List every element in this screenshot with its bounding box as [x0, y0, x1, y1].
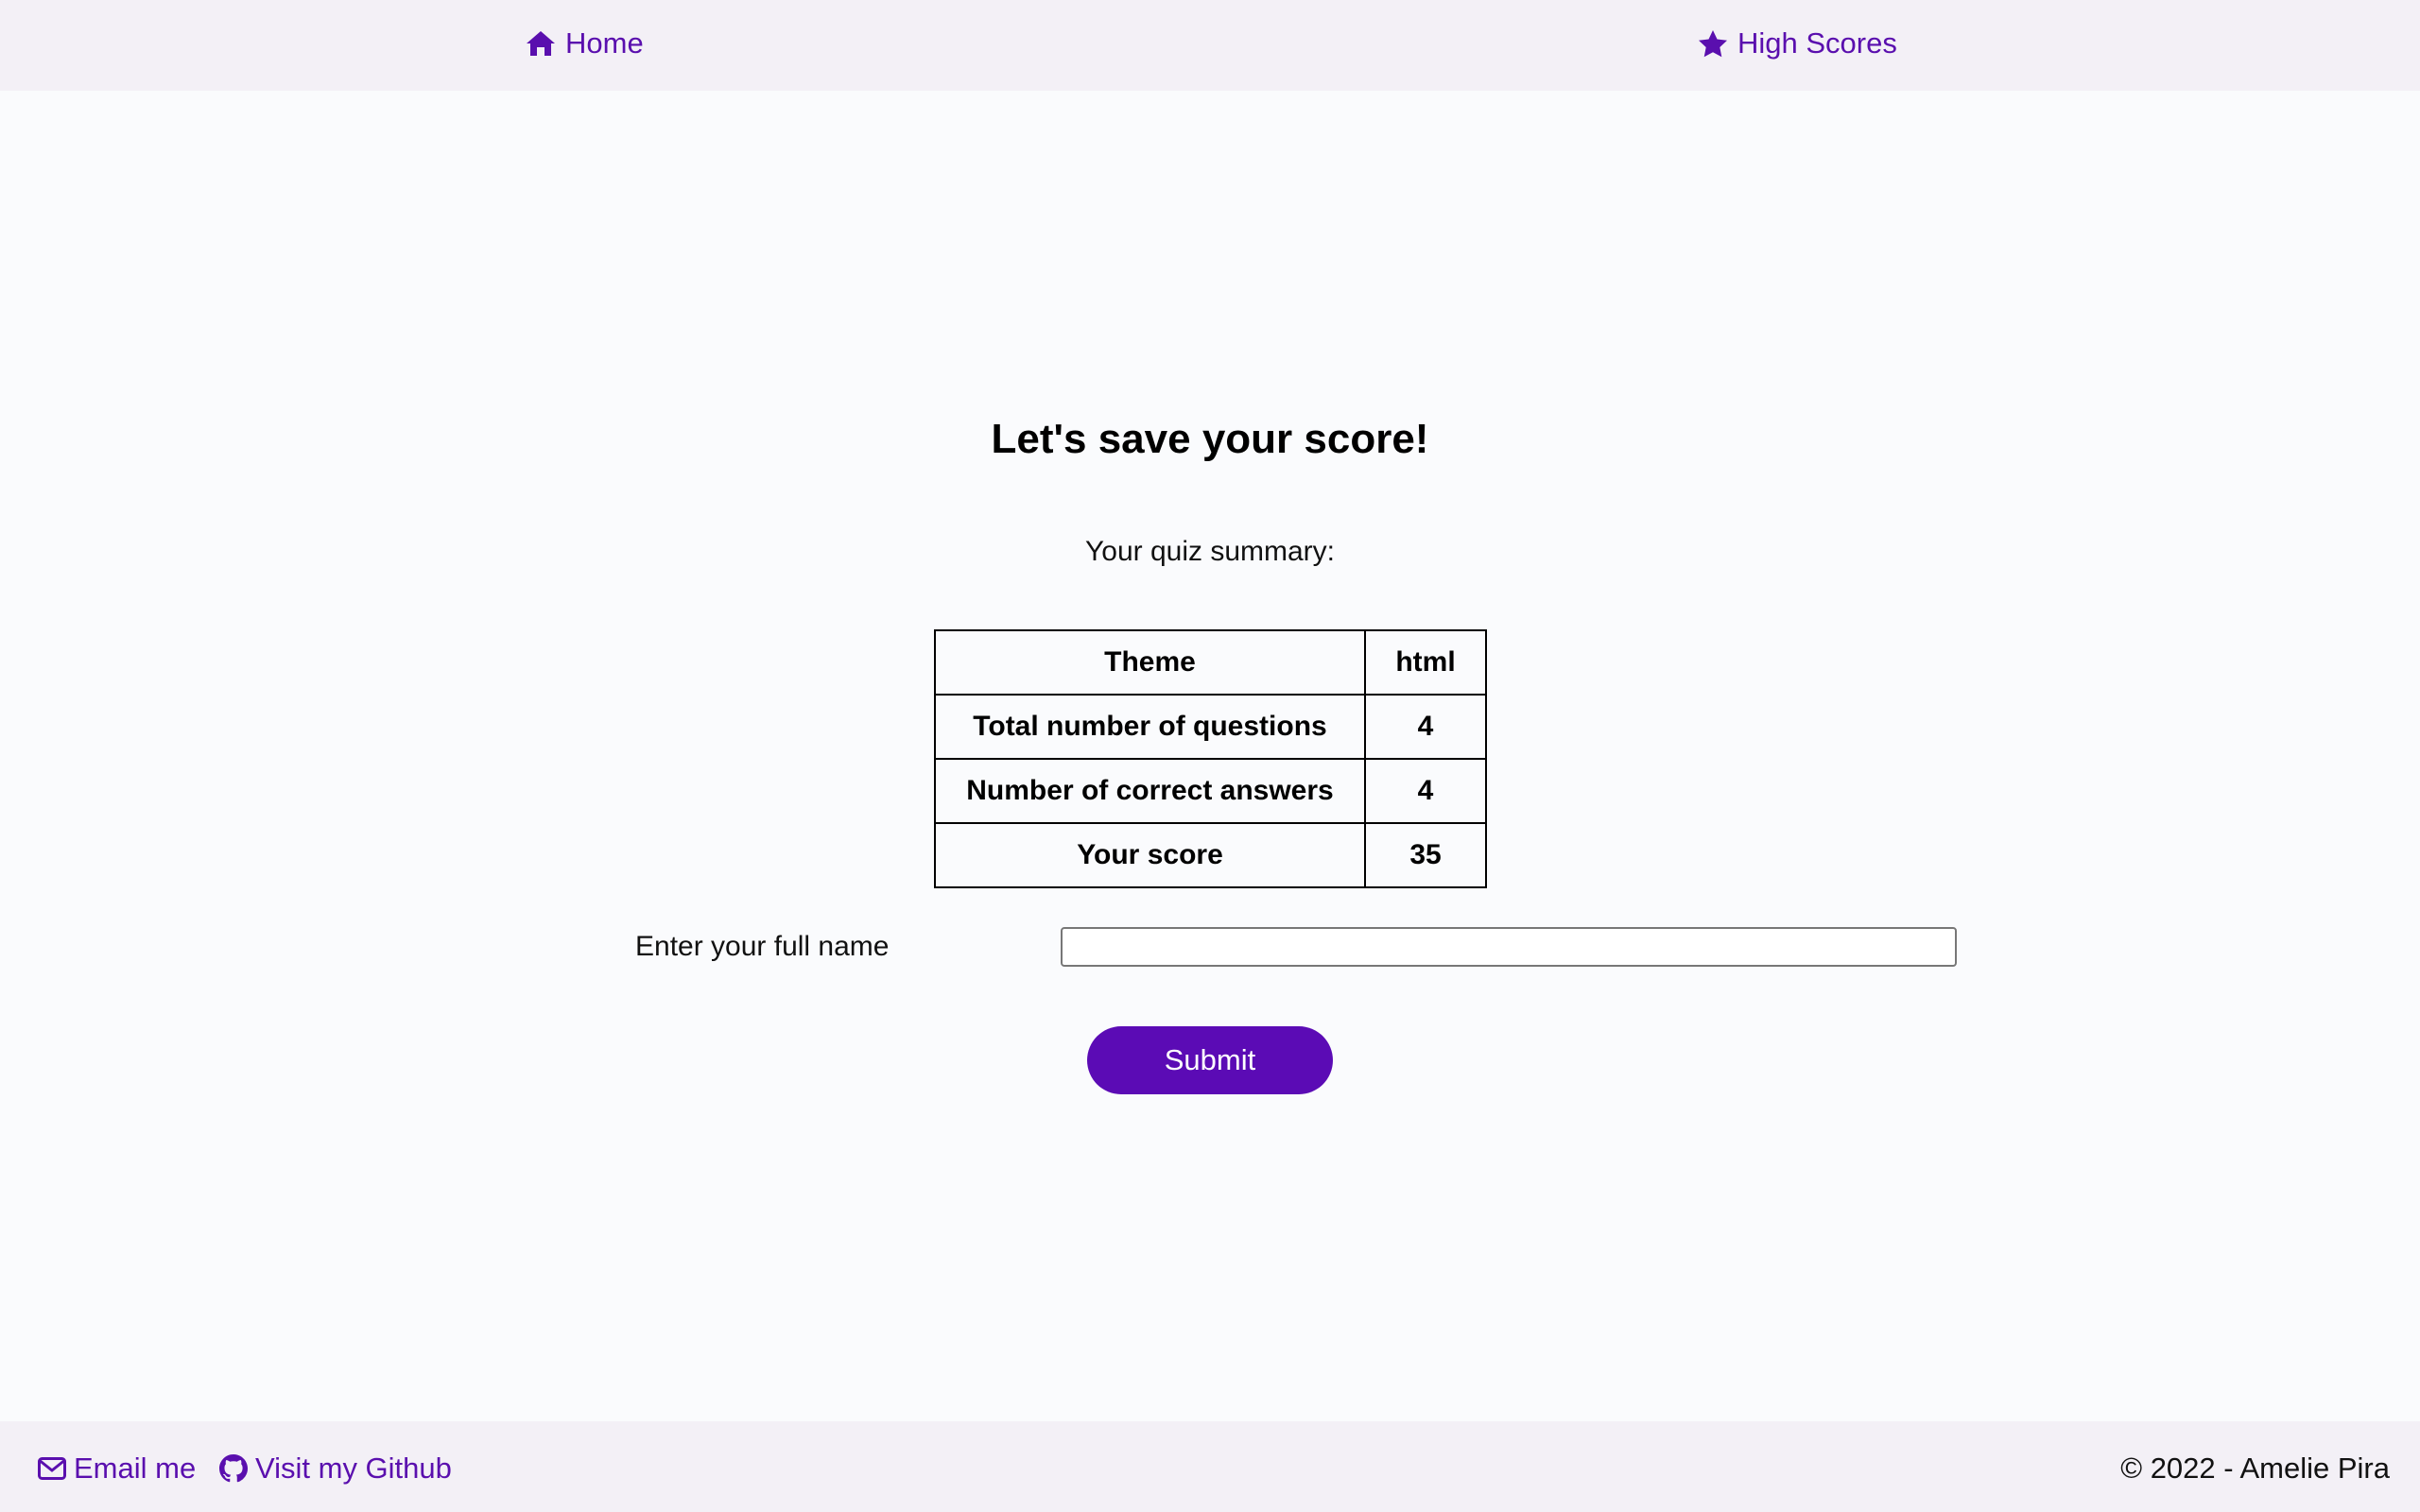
- email-label: Email me: [74, 1452, 197, 1485]
- envelope-icon: [38, 1457, 66, 1480]
- summary-value-score: 35: [1364, 822, 1487, 888]
- home-label: Home: [565, 26, 644, 60]
- star-icon: [1699, 30, 1727, 58]
- github-icon: [219, 1454, 248, 1483]
- high-scores-link[interactable]: High Scores: [1698, 26, 1897, 60]
- full-name-label: Enter your full name: [635, 931, 890, 962]
- summary-value-total-questions: 4: [1364, 694, 1487, 760]
- home-icon: [527, 31, 555, 56]
- quiz-summary-heading: Your quiz summary:: [1085, 536, 1335, 567]
- copyright-text: © 2022 - Amelie Pira: [2120, 1452, 2390, 1485]
- github-link[interactable]: Visit my Github: [219, 1452, 452, 1486]
- table-row: Theme html: [934, 629, 1487, 696]
- submit-button[interactable]: Submit: [1087, 1026, 1333, 1094]
- summary-label-correct-answers: Number of correct answers: [934, 758, 1366, 824]
- home-link[interactable]: Home: [526, 26, 644, 60]
- github-label: Visit my Github: [255, 1452, 452, 1485]
- summary-value-correct-answers: 4: [1364, 758, 1487, 824]
- page-title: Let's save your score!: [991, 416, 1429, 462]
- quiz-summary-table: Theme html Total number of questions 4 N…: [934, 629, 1487, 888]
- high-scores-label: High Scores: [1737, 26, 1897, 60]
- table-row: Number of correct answers 4: [934, 758, 1487, 824]
- table-row: Total number of questions 4: [934, 694, 1487, 760]
- summary-value-theme: html: [1364, 629, 1487, 696]
- summary-label-total-questions: Total number of questions: [934, 694, 1366, 760]
- email-link[interactable]: Email me: [38, 1452, 196, 1486]
- table-row: Your score 35: [934, 822, 1487, 888]
- top-nav-bar: Home High Scores: [0, 0, 2420, 91]
- summary-label-theme: Theme: [934, 629, 1366, 696]
- full-name-input[interactable]: [1061, 927, 1957, 967]
- summary-label-score: Your score: [934, 822, 1366, 888]
